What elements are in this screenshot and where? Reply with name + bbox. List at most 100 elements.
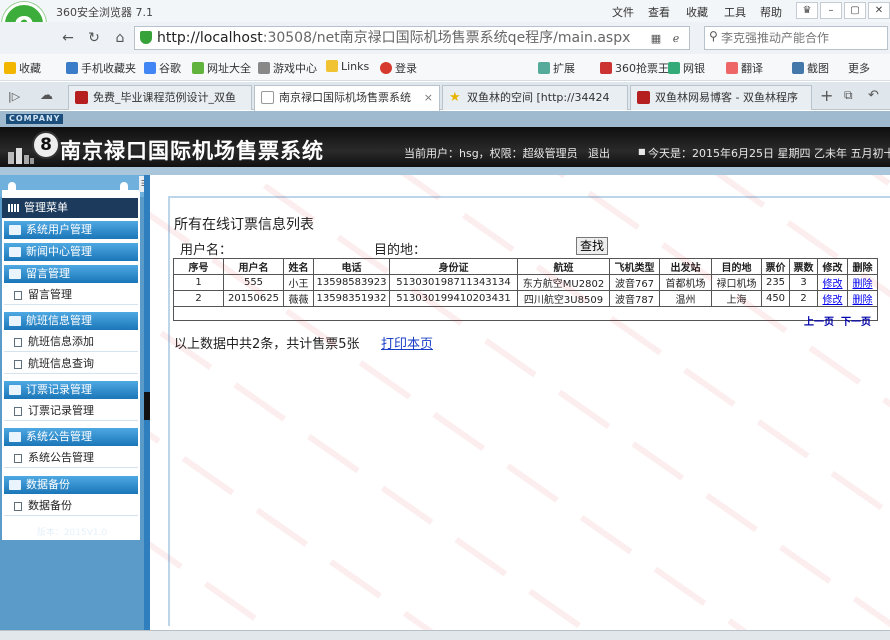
cell-phone: 13598351932 — [313, 290, 390, 307]
sidebar-item-bookings[interactable]: 订票记录管理 — [4, 401, 138, 421]
compat-mode-icon[interactable]: ▦ — [646, 29, 666, 49]
search-input[interactable]: 李克强推动产能合作 — [704, 26, 888, 50]
new-tab-icon[interactable]: + — [820, 86, 833, 105]
bookmark-links[interactable]: Links — [326, 60, 369, 73]
toolbar-extensions[interactable]: 扩展 — [538, 60, 575, 76]
bookmark-sites[interactable]: 网址大全 — [192, 60, 251, 76]
section-announcements[interactable]: 系统公告管理 — [4, 428, 138, 446]
bookmark-games[interactable]: 游戏中心 — [258, 60, 317, 76]
menu-file[interactable]: 文件 — [612, 4, 634, 20]
sidebar-toggle-icon[interactable]: |▷ — [8, 90, 20, 103]
sidebar-item-announcements[interactable]: 系统公告管理 — [4, 448, 138, 468]
globe-icon — [192, 62, 204, 74]
phone-icon — [66, 62, 78, 74]
document-icon — [14, 291, 22, 300]
booking-table: 序号 用户名 姓名 电话 身份证 航班 飞机类型 出发站 目的地 票价 票数 修… — [173, 258, 878, 321]
print-page-link[interactable]: 打印本页 — [381, 333, 433, 352]
tab-space[interactable]: ★ 双鱼林的空间 [http://34424 — [442, 85, 628, 110]
sidebar-item-messages[interactable]: 留言管理 — [4, 285, 138, 305]
toolbar-ticket[interactable]: 360抢票王 — [600, 60, 669, 76]
cell-username: 20150625 — [223, 290, 284, 307]
address-path: :30508/net南京禄口国际机场售票系统qe程序/main.aspx — [262, 30, 631, 46]
toolbar-bank[interactable]: 网银 — [668, 60, 705, 76]
cell-id-card: 513030199410203431 — [389, 290, 518, 307]
summary-text: 以上数据中共2条，共计售票5张 — [174, 337, 360, 352]
section-backup[interactable]: 数据备份 — [4, 476, 138, 494]
col-price: 票价 — [761, 258, 790, 275]
section-messages[interactable]: 留言管理 — [4, 265, 138, 283]
folder-icon — [9, 480, 21, 490]
bookmark-favorites[interactable]: 收藏 — [4, 60, 41, 76]
restore-tab-icon[interactable]: ⧉ — [844, 88, 853, 103]
document-icon — [14, 502, 22, 511]
address-input[interactable]: http://localhost:30508/net南京禄口国际机场售票系统qe… — [134, 26, 690, 50]
delete-link[interactable]: 删除 — [853, 295, 873, 306]
menu-view[interactable]: 查看 — [648, 4, 670, 20]
document-icon — [14, 360, 22, 369]
bookmark-login[interactable]: 登录 — [380, 60, 417, 76]
col-username: 用户名 — [223, 258, 284, 275]
sidebar-item-backup[interactable]: 数据备份 — [4, 496, 138, 516]
tab-blog[interactable]: 双鱼林网易博客 - 双鱼林程序 — [630, 85, 812, 110]
ie-icon[interactable]: ℯ — [666, 29, 686, 49]
cell-departure: 温州 — [659, 290, 712, 307]
section-bookings[interactable]: 订票记录管理 — [4, 381, 138, 399]
site-favicon-icon — [637, 91, 650, 104]
edit-link[interactable]: 修改 — [823, 279, 843, 290]
cell-name: 薇薇 — [283, 290, 314, 307]
folder-icon — [9, 247, 21, 257]
col-index: 序号 — [173, 258, 224, 275]
document-icon — [14, 338, 22, 347]
section-flights[interactable]: 航班信息管理 — [4, 312, 138, 330]
cell-edit: 修改 — [817, 290, 848, 307]
bookmark-google[interactable]: 谷歌 — [144, 60, 181, 76]
tab-graduation-design[interactable]: 免费_毕业课程范例设计_双鱼 — [68, 85, 252, 110]
current-user-info: 当前用户：hsg，权限：超级管理员 — [404, 147, 578, 160]
toolbar-more[interactable]: 更多 — [848, 60, 870, 76]
edit-link[interactable]: 修改 — [823, 295, 843, 306]
puzzle-icon — [538, 62, 550, 74]
menu-tools[interactable]: 工具 — [724, 4, 746, 20]
toolbar-translate[interactable]: 翻译 — [726, 60, 763, 76]
cell-count: 3 — [789, 274, 818, 291]
next-page-link[interactable]: 下一页 — [841, 317, 871, 328]
search-icon: ⚲ — [709, 29, 718, 43]
cloud-icon[interactable]: ☁ — [40, 88, 53, 103]
date-info: 今天是：2015年6月25日 星期四 乙未年 五月初十 — [648, 147, 890, 160]
close-tab-icon[interactable]: × — [424, 86, 433, 109]
prev-page-link[interactable]: 上一页 — [804, 317, 834, 328]
undo-icon[interactable]: ↶ — [868, 88, 879, 103]
version-label: 版本：2015V1.0 — [36, 528, 108, 538]
delete-link[interactable]: 删除 — [853, 279, 873, 290]
section-system-users[interactable]: 系统用户管理 — [4, 221, 138, 239]
cell-count: 2 — [789, 290, 818, 307]
close-icon[interactable]: ✕ — [868, 2, 890, 19]
toolbar-screenshot[interactable]: 截图 — [792, 60, 829, 76]
skin-icon[interactable]: ♛ — [796, 2, 818, 19]
translate-icon — [726, 62, 738, 74]
logout-link[interactable]: 退出 — [588, 145, 610, 161]
tab-airport-system[interactable]: 南京禄口国际机场售票系统 × — [254, 85, 440, 111]
cell-phone: 13598583923 — [313, 274, 390, 291]
table-row: 1 555 小王 13598583923 513030198711343134 … — [173, 274, 878, 291]
minimize-icon[interactable]: – — [820, 2, 842, 19]
status-bar — [0, 630, 890, 640]
refresh-icon[interactable]: ↻ — [84, 28, 104, 48]
maximize-icon[interactable]: ▢ — [844, 2, 866, 19]
menu-favorites[interactable]: 收藏 — [686, 4, 708, 20]
section-news-center[interactable]: 新闻中心管理 — [4, 243, 138, 261]
system-logo-icon: 8 — [32, 131, 60, 159]
menu-help[interactable]: 帮助 — [760, 4, 782, 20]
find-button[interactable]: 查找 — [576, 237, 608, 255]
sidebar-item-flight-add[interactable]: 航班信息添加 — [4, 332, 138, 352]
bookmark-mobile[interactable]: 手机收藏夹 — [66, 60, 136, 76]
browser-name: 360安全浏览器 7.1 — [56, 6, 153, 19]
col-departure: 出发站 — [659, 258, 712, 275]
search-placeholder: 李克强推动产能合作 — [721, 31, 830, 45]
back-arrow-icon[interactable]: ← — [58, 28, 78, 48]
folder-icon — [9, 432, 21, 442]
home-icon[interactable]: ⌂ — [110, 28, 130, 48]
cell-name: 小王 — [283, 274, 314, 291]
cell-departure: 首都机场 — [659, 274, 712, 291]
sidebar-item-flight-query[interactable]: 航班信息查询 — [4, 354, 138, 374]
